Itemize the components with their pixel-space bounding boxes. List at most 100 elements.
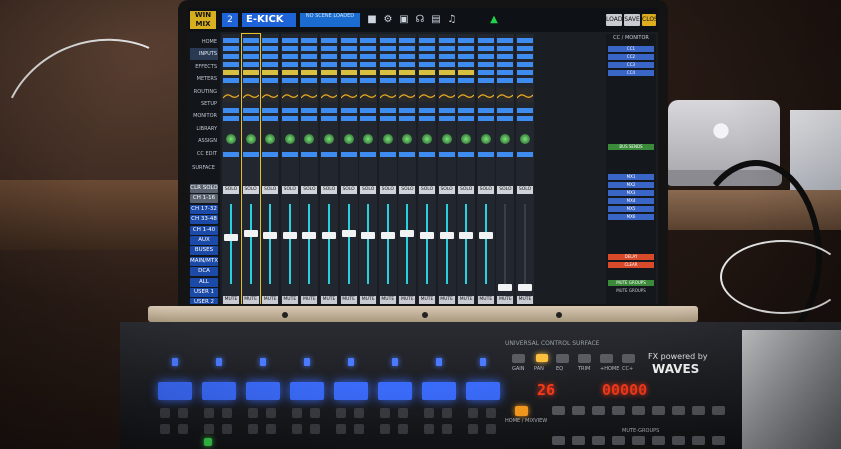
pan-knob-icon[interactable] (480, 134, 491, 144)
pan-button[interactable] (536, 354, 548, 362)
monitor-button-cc1[interactable]: CC1 (608, 46, 654, 52)
channel-strip[interactable]: SOLO MUTE (457, 34, 476, 304)
strip-param-box[interactable] (262, 46, 279, 51)
strip-param-box[interactable] (262, 54, 279, 59)
mute-button[interactable]: MUTE (340, 296, 357, 304)
channel-strip[interactable]: SOLO MUTE (378, 34, 397, 304)
strip-param-box[interactable] (399, 54, 416, 59)
strip-param-box[interactable] (399, 78, 416, 83)
strip-param-box[interactable] (242, 116, 259, 121)
pan-knob-icon[interactable] (402, 134, 413, 144)
nav-group-aux[interactable]: AUX (190, 236, 218, 245)
strip-param-box[interactable] (458, 62, 475, 67)
strip-param-box[interactable] (340, 152, 357, 157)
eq-curve-display[interactable] (320, 88, 338, 102)
strip-param-box[interactable] (340, 46, 357, 51)
eq-curve-display[interactable] (340, 88, 358, 102)
monitor-button-bus-sends[interactable]: BUS SENDS (608, 144, 654, 150)
mute-button-console[interactable] (204, 424, 214, 434)
console-button[interactable] (612, 406, 625, 415)
eq-curve-display[interactable] (477, 88, 495, 102)
eq-curve-display[interactable] (222, 88, 240, 102)
solo-button[interactable]: SOLO (458, 186, 475, 194)
channel-strip[interactable]: SOLO MUTE (300, 34, 319, 304)
strip-param-box[interactable] (438, 116, 455, 121)
channel-strip[interactable]: SOLO MUTE (359, 34, 378, 304)
strip-param-box[interactable] (242, 78, 259, 83)
console-button[interactable] (556, 354, 569, 363)
mute-group-button[interactable] (652, 436, 665, 445)
strip-param-box[interactable] (223, 62, 239, 67)
monitor-button-mx3[interactable]: MX3 (608, 190, 654, 196)
console-button[interactable] (712, 406, 725, 415)
strip-param-box[interactable] (301, 62, 318, 67)
eq-curve-display[interactable] (398, 88, 416, 102)
fader-handle[interactable] (322, 232, 336, 239)
fader-handle[interactable] (361, 232, 376, 239)
fader-handle[interactable] (224, 234, 238, 241)
strip-param-box[interactable] (517, 46, 533, 51)
solo-button[interactable]: SOLO (399, 186, 416, 194)
fader-handle[interactable] (341, 230, 356, 237)
strip-param-box[interactable] (321, 38, 337, 43)
solo-button[interactable]: SOLO (281, 186, 298, 194)
solo-button[interactable]: SOLO (262, 186, 279, 194)
console-button[interactable] (632, 406, 645, 415)
pan-knob-icon[interactable] (363, 134, 374, 144)
strip-param-box[interactable] (301, 54, 318, 59)
strip-param-box[interactable] (301, 70, 318, 75)
console-button[interactable] (578, 354, 591, 363)
strip-param-box[interactable] (301, 116, 318, 121)
strip-param-box[interactable] (321, 54, 337, 59)
strip-param-box[interactable] (360, 38, 377, 43)
pan-knob-icon[interactable] (324, 134, 334, 144)
load-button[interactable]: LOAD (606, 14, 622, 26)
fader-handle[interactable] (243, 230, 258, 237)
console-button[interactable] (692, 406, 705, 415)
strip-param-box[interactable] (419, 116, 435, 121)
console-button[interactable] (592, 406, 605, 415)
select-button[interactable] (424, 408, 434, 418)
solo-button-console[interactable] (354, 408, 364, 418)
strip-param-box[interactable] (517, 38, 533, 43)
strip-param-box[interactable] (379, 38, 396, 43)
console-button[interactable] (572, 406, 585, 415)
console-button[interactable] (600, 354, 613, 363)
close-button[interactable]: CLOSE (642, 14, 658, 26)
strip-param-box[interactable] (340, 38, 357, 43)
pan-knob-icon[interactable] (382, 134, 393, 144)
strip-param-box[interactable] (223, 152, 239, 157)
strip-param-box[interactable] (281, 54, 298, 59)
eq-curve-display[interactable] (379, 88, 397, 102)
strip-param-box[interactable] (321, 62, 337, 67)
strip-param-box[interactable] (321, 70, 337, 75)
strip-param-box[interactable] (477, 38, 494, 43)
fader-handle[interactable] (263, 232, 278, 239)
pan-knob-icon[interactable] (304, 134, 315, 144)
fader-button[interactable] (486, 424, 496, 434)
strip-param-box[interactable] (497, 38, 514, 43)
nav-group-ch-33-48[interactable]: CH 33-48 (190, 215, 218, 225)
select-button[interactable] (248, 408, 258, 418)
monitor-button-delay[interactable]: DELAY (608, 254, 654, 260)
solo-button[interactable]: SOLO (321, 186, 337, 194)
strip-param-box[interactable] (301, 38, 318, 43)
pan-knob-icon[interactable] (520, 134, 530, 144)
strip-param-box[interactable] (281, 116, 298, 121)
solo-button-console[interactable] (266, 408, 276, 418)
fader-handle[interactable] (518, 284, 532, 291)
strip-param-box[interactable] (223, 54, 239, 59)
strip-param-box[interactable] (438, 152, 455, 157)
nav-group-ch-1-16[interactable]: CH 1-16 (190, 194, 218, 204)
monitor-button-cc2[interactable]: CC2 (608, 54, 654, 60)
strip-param-box[interactable] (399, 38, 416, 43)
strip-param-box[interactable] (497, 54, 514, 59)
strip-param-box[interactable] (321, 152, 337, 157)
solo-button[interactable]: SOLO (517, 186, 533, 194)
strip-param-box[interactable] (458, 46, 475, 51)
mute-button-console[interactable] (248, 424, 258, 434)
strip-param-box[interactable] (360, 70, 377, 75)
strip-param-box[interactable] (399, 62, 416, 67)
strip-param-box[interactable] (321, 108, 337, 113)
mute-button[interactable]: MUTE (399, 296, 416, 304)
